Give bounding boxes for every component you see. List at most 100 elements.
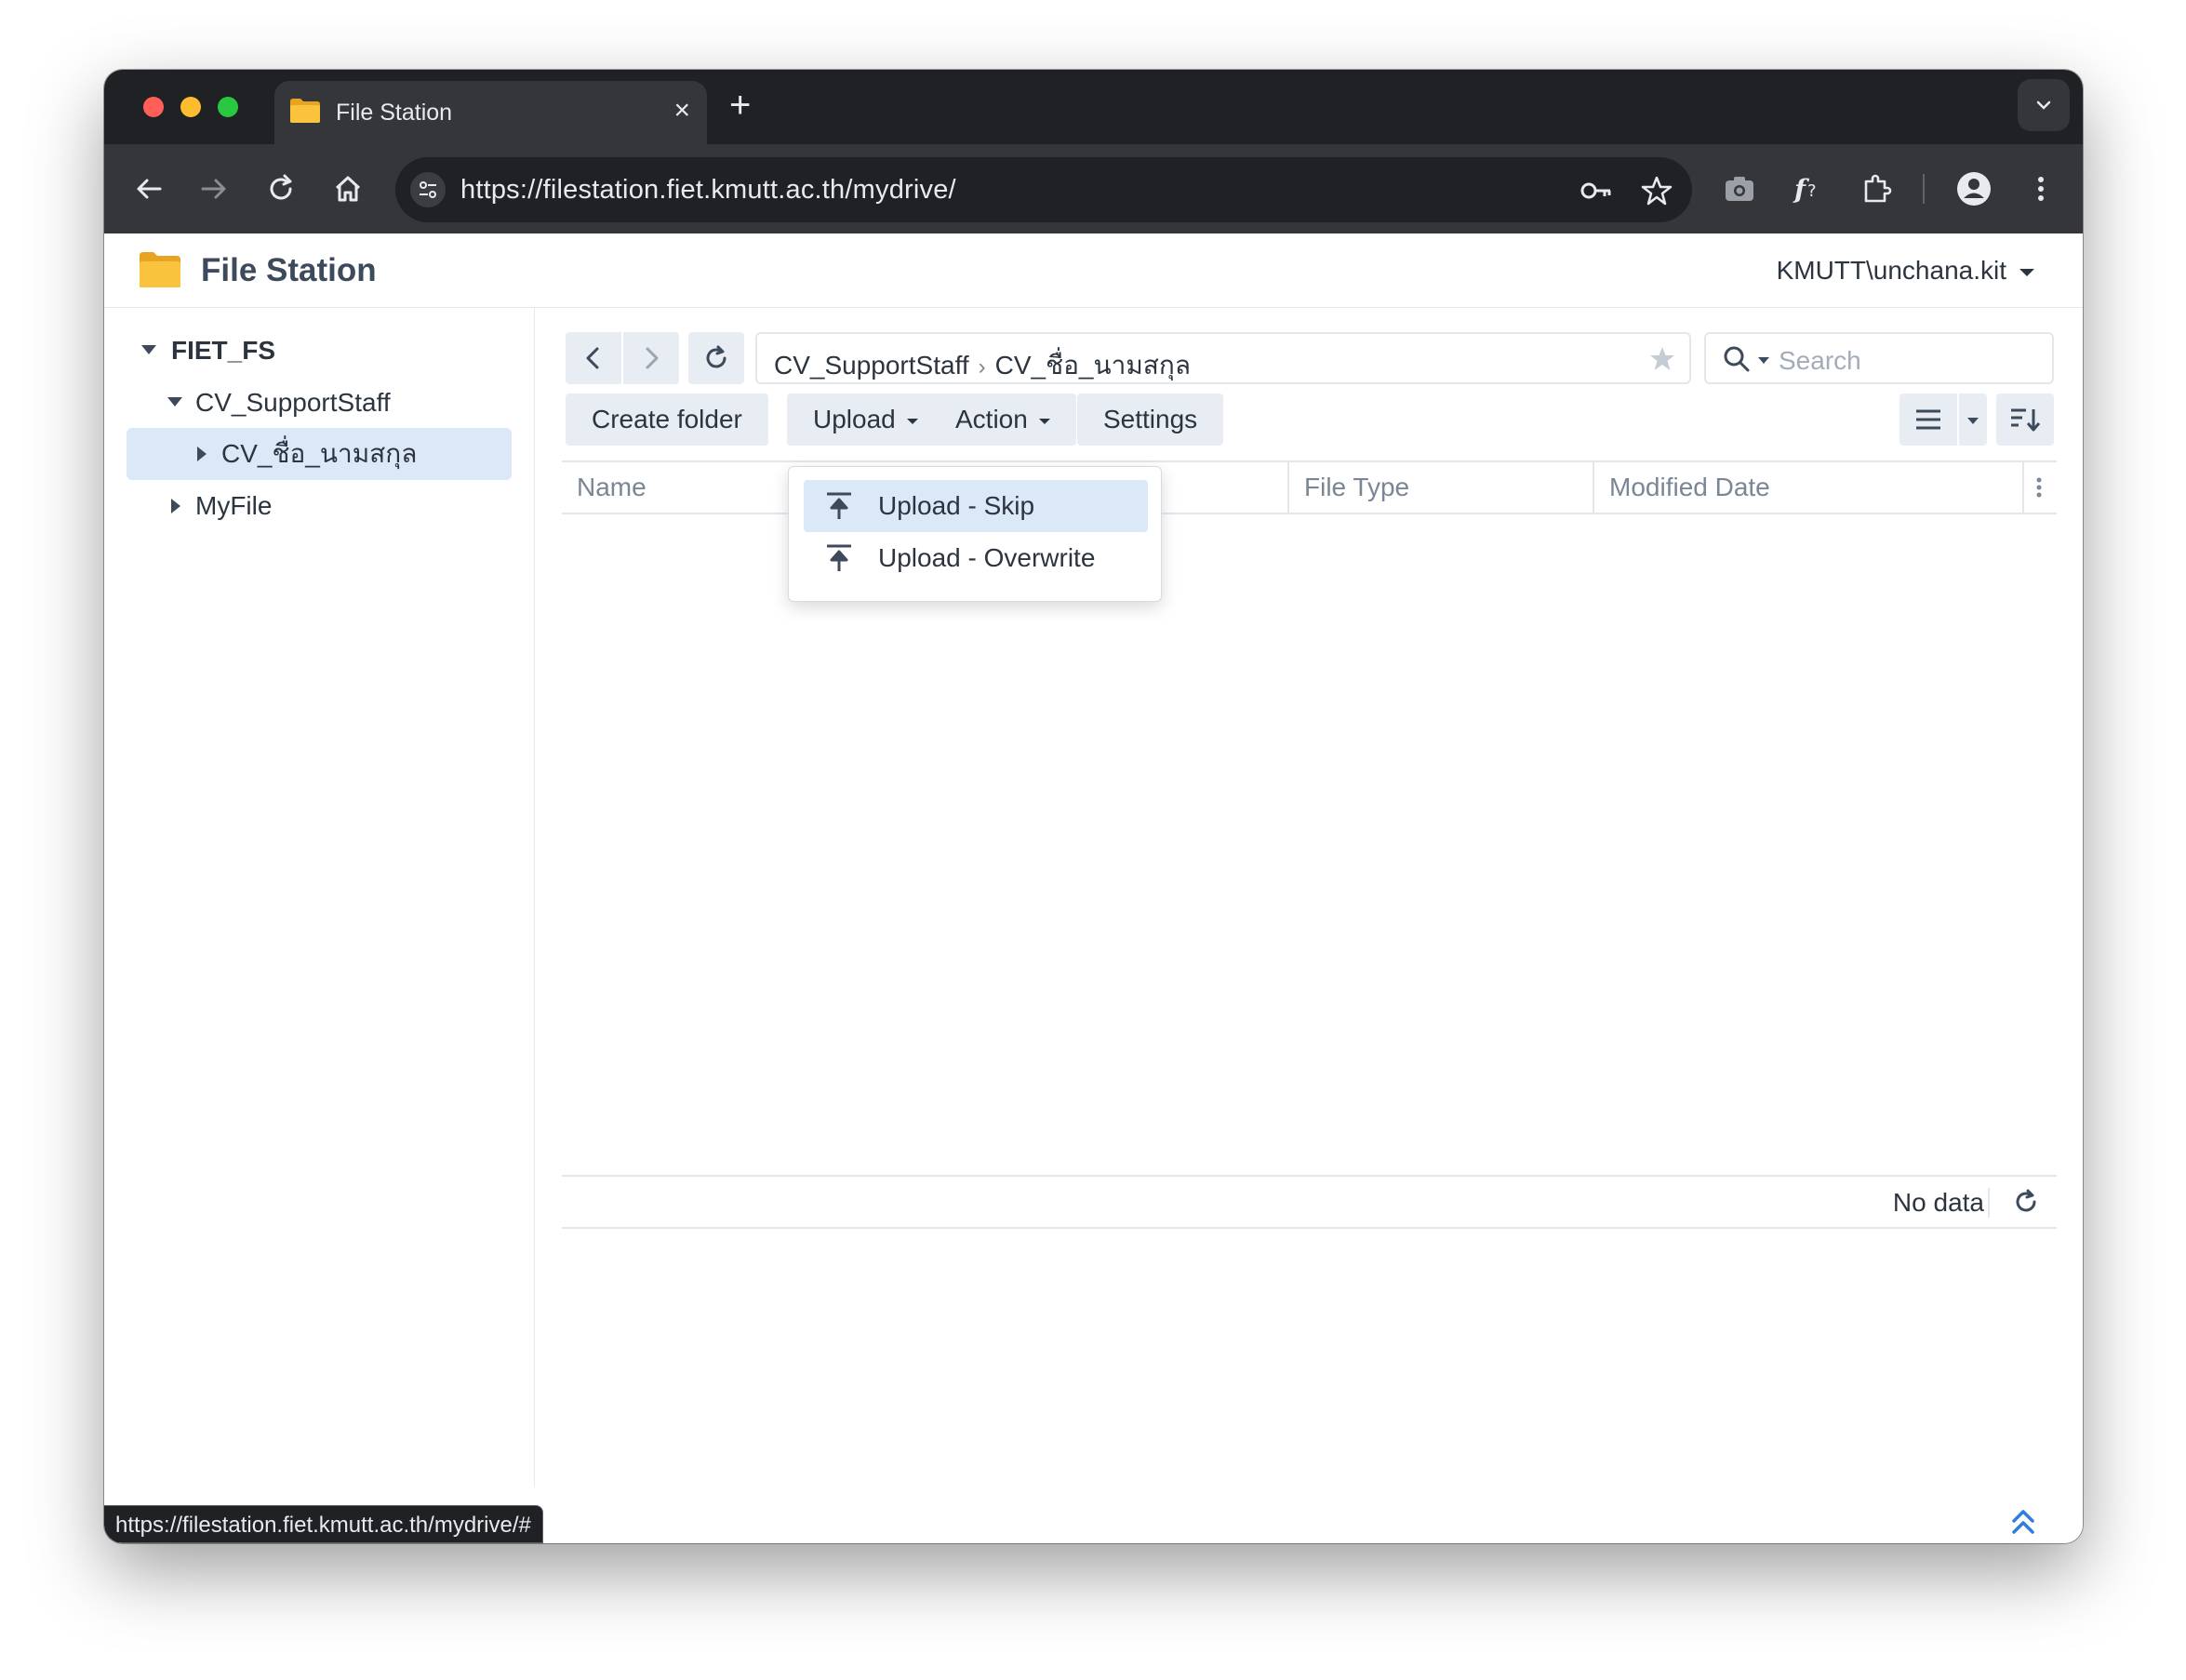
- settings-label: Settings: [1103, 405, 1198, 433]
- url-text[interactable]: https://filestation.fiet.kmutt.ac.th/myd…: [460, 175, 956, 206]
- browser-window: File Station × + https://filestation.fie…: [104, 70, 2083, 1543]
- back-button[interactable]: [566, 332, 621, 384]
- toolbar-divider: [1923, 174, 1925, 204]
- create-folder-button[interactable]: Create folder: [566, 393, 768, 446]
- caret-right-icon[interactable]: [171, 499, 180, 513]
- tree-item-myfile[interactable]: MyFile: [171, 480, 512, 532]
- menu-item-upload-skip[interactable]: Upload - Skip: [804, 480, 1148, 532]
- home-icon[interactable]: [331, 172, 365, 206]
- tree-item-label: CV_SupportStaff: [195, 388, 391, 417]
- favorite-star-icon[interactable]: [1648, 345, 1676, 373]
- path-bar[interactable]: CV_SupportStaff › CV_ชื่อ_นามสกุล: [755, 332, 1691, 384]
- menu-item-label: Upload - Skip: [878, 491, 1035, 520]
- profile-icon[interactable]: [1955, 170, 1993, 207]
- caret-down-icon[interactable]: [167, 397, 182, 407]
- address-bar[interactable]: https://filestation.fiet.kmutt.ac.th/myd…: [395, 157, 1692, 222]
- tab-bar: File Station × +: [104, 70, 2083, 146]
- breadcrumb-item[interactable]: CV_SupportStaff: [774, 351, 969, 380]
- reload-icon[interactable]: [264, 172, 298, 206]
- settings-button[interactable]: Settings: [1077, 393, 1224, 446]
- upload-icon: [827, 492, 851, 519]
- column-divider[interactable]: [2022, 462, 2024, 513]
- password-key-icon[interactable]: [1580, 174, 1613, 207]
- no-data-text: No data: [1892, 1188, 1984, 1217]
- caret-right-icon[interactable]: [197, 447, 207, 461]
- app-header: File Station KMUTT\unchana.kit: [104, 233, 2083, 308]
- close-window-button[interactable]: [143, 97, 164, 117]
- browser-tab[interactable]: File Station ×: [274, 81, 707, 146]
- menu-item-upload-overwrite[interactable]: Upload - Overwrite: [804, 532, 1148, 584]
- refresh-button[interactable]: [688, 332, 744, 384]
- main-panel: CV_SupportStaff › CV_ชื่อ_นามสกุล Search C…: [536, 308, 2083, 1487]
- search-input[interactable]: Search: [1779, 346, 1861, 376]
- formula-icon[interactable]: f ?: [1790, 170, 1827, 207]
- folder-tree: FIET_FS CV_SupportStaff CV_ชื่อ_นามสกุล …: [104, 308, 535, 1487]
- user-name: KMUTT\unchana.kit: [1776, 256, 2006, 285]
- search-options-caret-icon[interactable]: [1758, 357, 1769, 364]
- upload-icon: [827, 544, 851, 571]
- tree-item-label: CV_ชื่อ_นามสกุล: [221, 439, 418, 468]
- menu-item-label: Upload - Overwrite: [878, 543, 1096, 572]
- site-settings-icon[interactable]: [410, 172, 446, 207]
- user-menu[interactable]: KMUTT\unchana.kit: [1777, 256, 2034, 286]
- upload-label: Upload: [813, 405, 896, 433]
- column-file-type[interactable]: File Type: [1289, 462, 1593, 513]
- chevron-right-icon: [646, 347, 659, 369]
- tree-item-cv-name[interactable]: CV_ชื่อ_นามสกุล: [197, 428, 512, 480]
- refresh-icon[interactable]: [2012, 1188, 2040, 1216]
- column-options-icon[interactable]: [2035, 476, 2043, 499]
- tab-search-button[interactable]: [2018, 79, 2070, 131]
- column-modified-date[interactable]: Modified Date: [1594, 462, 2022, 513]
- app-title: File Station: [201, 252, 377, 288]
- grid-header: Name File Type Modified Date: [562, 460, 2057, 514]
- list-view-icon: [1916, 409, 1940, 430]
- close-tab-icon[interactable]: ×: [673, 94, 690, 127]
- breadcrumb-item[interactable]: CV_ชื่อ_นามสกุล: [995, 351, 1191, 380]
- action-label: Action: [955, 405, 1028, 433]
- view-mode-dropdown[interactable]: [1959, 393, 1987, 446]
- forward-icon[interactable]: [197, 172, 231, 206]
- caret-down-icon[interactable]: [141, 345, 156, 354]
- more-menu-icon[interactable]: [2022, 170, 2059, 207]
- bookmark-star-icon[interactable]: [1640, 174, 1673, 207]
- caret-down-icon: [1038, 418, 1050, 424]
- back-icon[interactable]: [132, 172, 166, 206]
- file-station-app: File Station KMUTT\unchana.kit FIET_FS C…: [104, 233, 2083, 1543]
- extensions-icon[interactable]: [1859, 170, 1896, 207]
- scroll-to-top-icon[interactable]: [2006, 1506, 2040, 1540]
- link-status-bar: https://filestation.fiet.kmutt.ac.th/myd…: [104, 1505, 543, 1543]
- tree-item-cv-supportstaff[interactable]: CV_SupportStaff: [167, 377, 512, 429]
- folder-icon: [290, 99, 320, 123]
- upload-button[interactable]: Upload: [787, 393, 944, 446]
- search-box[interactable]: Search: [1704, 332, 2054, 384]
- tab-title: File Station: [336, 100, 453, 126]
- camera-icon[interactable]: [1721, 170, 1758, 207]
- breadcrumb: CV_SupportStaff › CV_ชื่อ_นามสกุล: [774, 345, 1191, 386]
- upload-menu: Upload - Skip Upload - Overwrite: [788, 466, 1162, 602]
- create-folder-label: Create folder: [592, 405, 742, 433]
- action-button[interactable]: Action: [929, 393, 1076, 446]
- sort-button[interactable]: [1996, 393, 2054, 446]
- tree-item-fiet-fs[interactable]: FIET_FS: [141, 325, 513, 377]
- breadcrumb-separator: ›: [978, 354, 986, 380]
- tree-item-label: FIET_FS: [171, 336, 276, 365]
- new-tab-button[interactable]: +: [729, 85, 751, 126]
- caret-down-icon: [906, 418, 918, 424]
- footer-divider: [1988, 1188, 1990, 1218]
- caret-down-icon: [1967, 418, 1979, 424]
- maximize-window-button[interactable]: [218, 97, 238, 117]
- sort-icon: [2011, 408, 2041, 432]
- minimize-window-button[interactable]: [180, 97, 201, 117]
- refresh-icon: [706, 345, 726, 368]
- grid-footer: No data: [562, 1175, 2057, 1229]
- browser-toolbar: https://filestation.fiet.kmutt.ac.th/myd…: [104, 144, 2083, 233]
- chevron-down-icon: [2036, 100, 2051, 110]
- file-station-logo-icon: [140, 252, 180, 287]
- forward-button[interactable]: [623, 332, 679, 384]
- chevron-left-icon: [586, 347, 599, 369]
- search-icon[interactable]: [1723, 345, 1751, 373]
- view-mode-button[interactable]: [1899, 393, 1957, 446]
- caret-down-icon: [2019, 268, 2034, 276]
- tree-item-label: MyFile: [195, 491, 273, 520]
- svg-text:?: ?: [1807, 181, 1817, 201]
